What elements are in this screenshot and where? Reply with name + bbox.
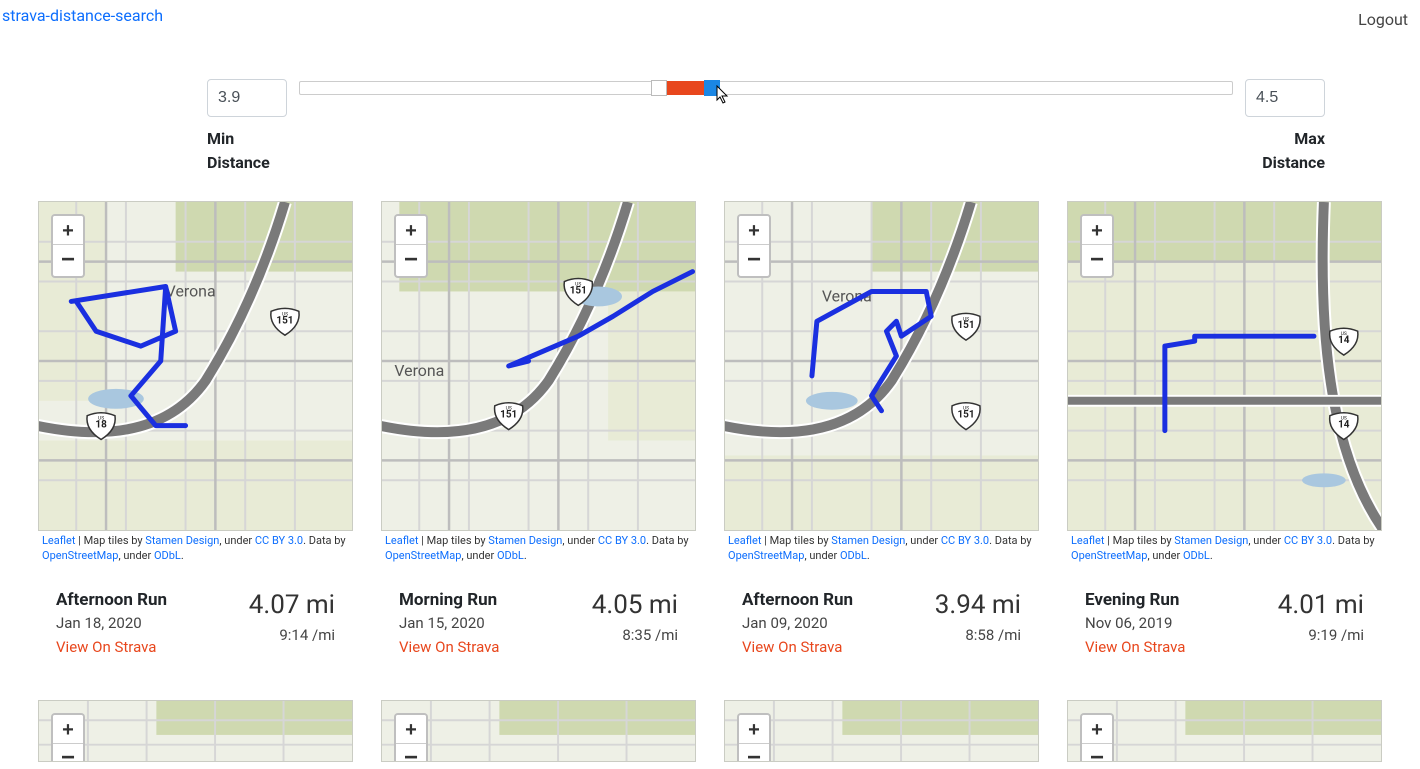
leaflet-link[interactable]: Leaflet	[1071, 534, 1104, 547]
svg-text:US: US	[963, 406, 969, 412]
view-on-strava-link[interactable]: View On Strava	[56, 638, 156, 656]
leaflet-link[interactable]: Leaflet	[728, 534, 761, 547]
odbl-link[interactable]: ODbL	[154, 549, 181, 562]
map-attribution: Leaflet | Map tiles by Stamen Design, un…	[1067, 531, 1382, 566]
zoom-in-button[interactable]: +	[396, 715, 426, 745]
zoom-out-button[interactable]: −	[396, 244, 426, 274]
map[interactable]: + −	[1067, 700, 1382, 762]
svg-text:US: US	[575, 281, 581, 287]
activity-distance: 4.07 mi	[249, 590, 335, 620]
activity-card: Verona 151 US 151 US + − Leaflet | Map t…	[381, 201, 696, 656]
svg-text:US: US	[1341, 416, 1347, 422]
leaflet-link[interactable]: Leaflet	[385, 534, 418, 547]
map[interactable]: 14 US 14 US + −	[1067, 201, 1382, 531]
map-town-label: Verona	[166, 281, 216, 300]
zoom-out-button[interactable]: −	[1082, 244, 1112, 274]
odbl-link[interactable]: ODbL	[497, 549, 524, 562]
map[interactable]: + −	[38, 700, 353, 762]
activity-card: 14 US 14 US + − Leaflet | Map tiles by S…	[1067, 201, 1382, 656]
zoom-control: + −	[51, 713, 85, 762]
stamen-link[interactable]: Stamen Design	[145, 534, 219, 547]
activity-date: Jan 09, 2020	[742, 614, 853, 632]
map[interactable]: Verona 151 US 151 US + −	[381, 201, 696, 531]
zoom-out-button[interactable]: −	[396, 743, 426, 762]
zoom-in-button[interactable]: +	[53, 216, 83, 246]
activity-title: Morning Run	[399, 590, 499, 610]
activity-distance: 3.94 mi	[935, 590, 1021, 620]
svg-text:US: US	[506, 406, 512, 412]
map[interactable]: Verona 151 US 151 US + −	[724, 201, 1039, 531]
leaflet-link[interactable]: Leaflet	[42, 534, 75, 547]
zoom-control: + −	[394, 713, 428, 762]
osm-link[interactable]: OpenStreetMap	[385, 549, 461, 562]
activity-pace: 9:19 /mi	[1278, 626, 1364, 644]
view-on-strava-link[interactable]: View On Strava	[742, 638, 842, 656]
activity-title: Evening Run	[1085, 590, 1185, 610]
zoom-in-button[interactable]: +	[1082, 715, 1112, 745]
osm-link[interactable]: OpenStreetMap	[42, 549, 118, 562]
zoom-control: + −	[1080, 214, 1114, 278]
odbl-link[interactable]: ODbL	[840, 549, 867, 562]
zoom-out-button[interactable]: −	[53, 244, 83, 274]
distance-slider-handle-min[interactable]	[651, 80, 667, 96]
activity-distance: 4.01 mi	[1278, 590, 1364, 620]
stamen-link[interactable]: Stamen Design	[831, 534, 905, 547]
map[interactable]: + −	[724, 700, 1039, 762]
stamen-link[interactable]: Stamen Design	[1174, 534, 1248, 547]
view-on-strava-link[interactable]: View On Strava	[399, 638, 499, 656]
activity-card: Verona 18 US 151 US + − Leaflet | Map ti…	[38, 201, 353, 656]
activity-card: Verona 151 US 151 US + − Leaflet | Map t…	[724, 201, 1039, 656]
activity-date: Nov 06, 2019	[1085, 614, 1185, 632]
zoom-out-button[interactable]: −	[1082, 743, 1112, 762]
activity-date: Jan 18, 2020	[56, 614, 167, 632]
osm-link[interactable]: OpenStreetMap	[1071, 549, 1147, 562]
osm-link[interactable]: OpenStreetMap	[728, 549, 804, 562]
svg-text:US: US	[963, 316, 969, 322]
max-distance-label: MaxDistance	[1245, 127, 1325, 175]
zoom-control: + −	[51, 214, 85, 278]
zoom-out-button[interactable]: −	[739, 244, 769, 274]
activity-pace: 8:58 /mi	[935, 626, 1021, 644]
cc-link[interactable]: CC BY 3.0	[1284, 534, 1332, 547]
map-attribution: Leaflet | Map tiles by Stamen Design, un…	[724, 531, 1039, 566]
svg-text:US: US	[1341, 331, 1347, 337]
logout-link[interactable]: Logout	[1358, 6, 1412, 29]
activity-title: Afternoon Run	[742, 590, 853, 610]
cc-link[interactable]: CC BY 3.0	[941, 534, 989, 547]
zoom-in-button[interactable]: +	[739, 715, 769, 745]
activity-pace: 9:14 /mi	[249, 626, 335, 644]
map-attribution: Leaflet | Map tiles by Stamen Design, un…	[381, 531, 696, 566]
zoom-out-button[interactable]: −	[739, 743, 769, 762]
activity-title: Afternoon Run	[56, 590, 167, 610]
zoom-control: + −	[737, 713, 771, 762]
zoom-in-button[interactable]: +	[739, 216, 769, 246]
cc-link[interactable]: CC BY 3.0	[598, 534, 646, 547]
distance-slider-track[interactable]	[299, 81, 1233, 95]
zoom-in-button[interactable]: +	[53, 715, 83, 745]
distance-slider-handle-max[interactable]	[704, 80, 720, 96]
zoom-in-button[interactable]: +	[396, 216, 426, 246]
zoom-control: + −	[1080, 713, 1114, 762]
activity-distance: 4.05 mi	[592, 590, 678, 620]
max-distance-input[interactable]	[1245, 79, 1325, 117]
odbl-link[interactable]: ODbL	[1183, 549, 1210, 562]
stamen-link[interactable]: Stamen Design	[488, 534, 562, 547]
zoom-control: + −	[737, 214, 771, 278]
svg-text:US: US	[98, 416, 104, 422]
view-on-strava-link[interactable]: View On Strava	[1085, 638, 1185, 656]
zoom-in-button[interactable]: +	[1082, 216, 1112, 246]
min-distance-input[interactable]	[207, 79, 287, 117]
map-town-label: Verona	[394, 361, 444, 380]
activity-date: Jan 15, 2020	[399, 614, 499, 632]
brand-link[interactable]: strava-distance-search	[2, 6, 163, 25]
cc-link[interactable]: CC BY 3.0	[255, 534, 303, 547]
zoom-out-button[interactable]: −	[53, 743, 83, 762]
map[interactable]: Verona 18 US 151 US + −	[38, 201, 353, 531]
svg-text:US: US	[282, 311, 288, 317]
activity-pace: 8:35 /mi	[592, 626, 678, 644]
map[interactable]: + −	[381, 700, 696, 762]
map-attribution: Leaflet | Map tiles by Stamen Design, un…	[38, 531, 353, 566]
zoom-control: + −	[394, 214, 428, 278]
min-distance-label: MinDistance	[207, 127, 287, 175]
